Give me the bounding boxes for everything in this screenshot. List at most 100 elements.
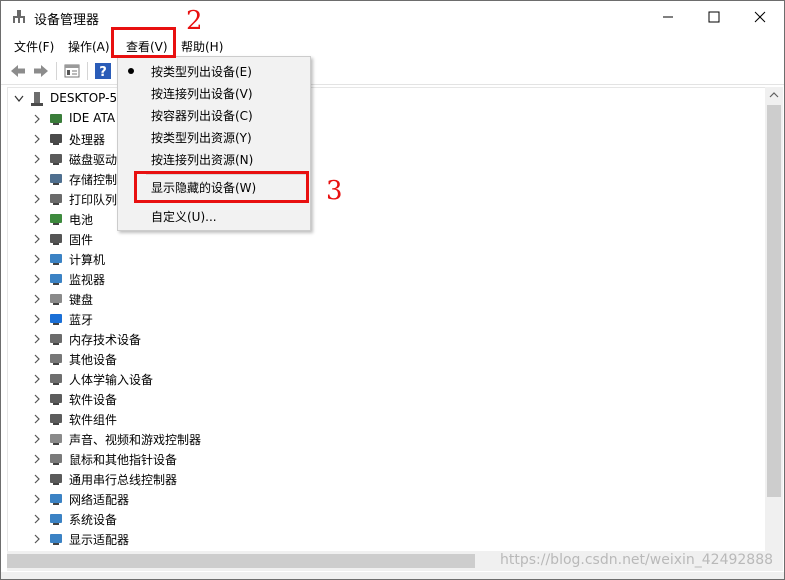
- device-manager-icon: [13, 10, 25, 23]
- tree-category-row[interactable]: 固件: [8, 229, 767, 249]
- chevron-right-icon[interactable]: [32, 192, 42, 206]
- network-adapter-icon: [50, 494, 62, 505]
- mouse-icon: [50, 454, 62, 465]
- chevron-right-icon[interactable]: [32, 312, 42, 326]
- tree-category-row[interactable]: 计算机: [8, 249, 767, 269]
- chevron-right-icon[interactable]: [32, 152, 42, 166]
- horizontal-scroll-thumb[interactable]: [7, 554, 475, 568]
- close-button[interactable]: [737, 1, 783, 33]
- menu-item-by-container-devices[interactable]: 按容器列出设备(C): [118, 104, 310, 126]
- chevron-right-icon[interactable]: [32, 172, 42, 186]
- chevron-right-icon[interactable]: [32, 352, 42, 366]
- chevron-right-icon[interactable]: [32, 272, 42, 286]
- tree-category-label: 系统设备: [69, 513, 118, 527]
- tree-category-label: 计算机: [69, 253, 106, 267]
- chevron-right-icon[interactable]: [32, 292, 42, 306]
- maximize-icon: [708, 11, 720, 23]
- maximize-button[interactable]: [691, 1, 737, 33]
- tree-category-label: 人体学输入设备: [69, 373, 154, 387]
- chevron-right-icon[interactable]: [32, 132, 42, 146]
- chevron-right-icon[interactable]: [32, 492, 42, 506]
- keyboard-icon: [50, 294, 62, 305]
- tree-category-label: 固件: [69, 233, 94, 247]
- tree-category-row[interactable]: 键盘: [8, 289, 767, 309]
- tree-category-row[interactable]: 显示适配器: [8, 529, 767, 549]
- tree-category-row[interactable]: 软件组件: [8, 409, 767, 429]
- tree-category-row[interactable]: 通用串行总线控制器: [8, 469, 767, 489]
- tree-category-row[interactable]: 声音、视频和游戏控制器: [8, 429, 767, 449]
- tree-category-row[interactable]: 其他设备: [8, 349, 767, 369]
- annotation-step-3: 3: [326, 176, 343, 206]
- tree-category-label: IDE ATA: [69, 111, 116, 125]
- toolbar-separator: [56, 62, 57, 80]
- monitor-icon: [50, 274, 62, 285]
- tree-category-label: 电池: [69, 213, 94, 227]
- chevron-right-icon[interactable]: [32, 252, 42, 266]
- chevron-right-icon[interactable]: [32, 392, 42, 406]
- tree-category-label: 网络适配器: [69, 493, 130, 507]
- chevron-right-icon[interactable]: [32, 112, 42, 126]
- battery-icon: [50, 214, 62, 225]
- menu-item-label: 按容器列出设备(C): [151, 109, 253, 123]
- tree-category-row[interactable]: 系统设备: [8, 509, 767, 529]
- minimize-button[interactable]: [645, 1, 691, 33]
- tree-category-row[interactable]: 内存技术设备: [8, 329, 767, 349]
- menu-help[interactable]: 帮助(H): [181, 38, 223, 55]
- menu-item-by-type-devices[interactable]: 按类型列出设备(E): [118, 60, 310, 82]
- chevron-right-icon[interactable]: [32, 332, 42, 346]
- chevron-right-icon[interactable]: [32, 452, 42, 466]
- menu-file[interactable]: 文件(F): [14, 38, 54, 55]
- menu-item-label: 自定义(U)...: [151, 210, 217, 224]
- toolbar-separator: [87, 62, 88, 80]
- svg-text:?: ?: [99, 65, 107, 80]
- window-title: 设备管理器: [34, 13, 100, 28]
- chevron-right-icon[interactable]: [32, 432, 42, 446]
- disk-drive-icon: [50, 154, 62, 165]
- firmware-icon: [50, 234, 62, 245]
- tree-category-row[interactable]: 人体学输入设备: [8, 369, 767, 389]
- menu-item-label: 按连接列出资源(N): [151, 153, 254, 167]
- view-menu-dropdown: 按类型列出设备(E) 按连接列出设备(V) 按容器列出设备(C) 按类型列出资源…: [117, 56, 311, 231]
- chevron-right-icon[interactable]: [32, 412, 42, 426]
- forward-arrow-icon[interactable]: [32, 62, 50, 80]
- menu-action[interactable]: 操作(A): [68, 38, 110, 55]
- ide-controller-icon: [50, 114, 62, 125]
- tree-category-label: 其他设备: [69, 353, 118, 367]
- tree-category-row[interactable]: 网络适配器: [8, 489, 767, 509]
- chevron-right-icon[interactable]: [32, 212, 42, 226]
- tree-category-label: 显示适配器: [69, 533, 130, 547]
- tree-category-label: 声音、视频和游戏控制器: [69, 433, 202, 447]
- menu-item-by-connection-resources[interactable]: 按连接列出资源(N): [118, 148, 310, 170]
- menu-item-by-type-resources[interactable]: 按类型列出资源(Y): [118, 126, 310, 148]
- vertical-scroll-thumb[interactable]: [767, 105, 781, 497]
- chevron-right-icon[interactable]: [32, 472, 42, 486]
- back-arrow-icon[interactable]: [9, 62, 27, 80]
- menu-item-by-connection-devices[interactable]: 按连接列出设备(V): [118, 82, 310, 104]
- computer-icon: [31, 92, 43, 106]
- menu-item-label: 按类型列出资源(Y): [151, 131, 252, 145]
- tree-category-row[interactable]: 监视器: [8, 269, 767, 289]
- menu-item-customize[interactable]: 自定义(U)...: [118, 205, 310, 227]
- tree-category-row[interactable]: 鼠标和其他指针设备: [8, 449, 767, 469]
- minimize-icon: [663, 16, 673, 18]
- vertical-scrollbar[interactable]: [765, 87, 783, 551]
- tree-category-label: 处理器: [69, 133, 106, 147]
- printer-icon: [50, 194, 62, 205]
- tree-category-label: 存储控制: [69, 173, 118, 187]
- tree-category-label: 软件组件: [69, 413, 118, 427]
- help-icon[interactable]: ?: [94, 62, 112, 80]
- chevron-right-icon[interactable]: [32, 512, 42, 526]
- tree-category-label: 键盘: [69, 293, 94, 307]
- chevron-right-icon[interactable]: [32, 372, 42, 386]
- chevron-right-icon[interactable]: [32, 532, 42, 546]
- chevron-down-icon[interactable]: [14, 92, 24, 106]
- tree-category-row[interactable]: 蓝牙: [8, 309, 767, 329]
- display-adapter-icon: [50, 534, 62, 545]
- scroll-up-icon[interactable]: [769, 91, 779, 99]
- tree-category-row[interactable]: 软件设备: [8, 389, 767, 409]
- close-icon: [754, 11, 766, 23]
- tree-category-label: 软件设备: [69, 393, 118, 407]
- chevron-right-icon[interactable]: [32, 232, 42, 246]
- properties-icon[interactable]: [63, 62, 81, 80]
- menu-item-label: 按类型列出设备(E): [151, 65, 252, 79]
